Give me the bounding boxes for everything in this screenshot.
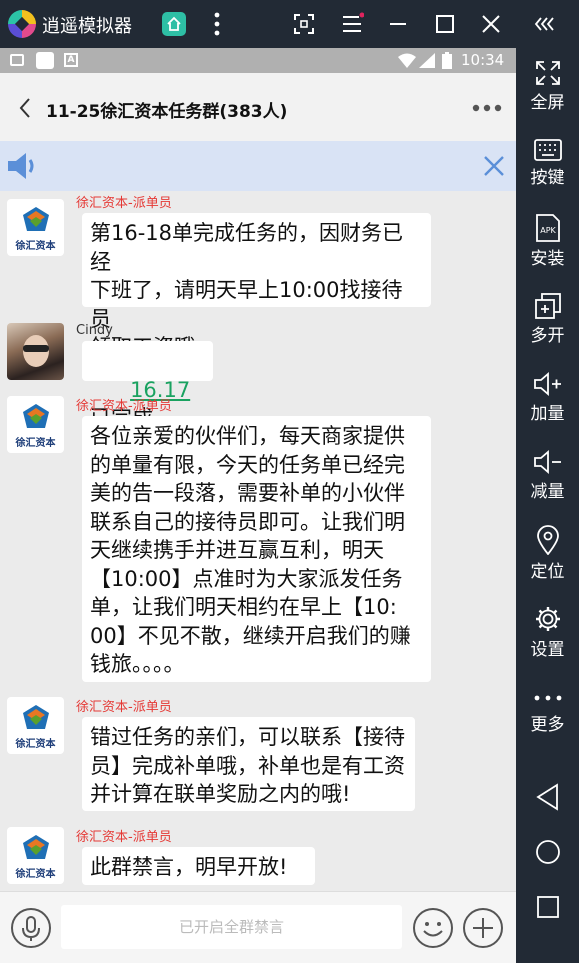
sender-name: Cindy bbox=[76, 323, 113, 338]
circle-home-icon bbox=[535, 840, 560, 864]
avatar[interactable]: 徐汇资本 bbox=[7, 697, 64, 754]
emulator-titlebar: 逍遥模拟器 bbox=[0, 0, 579, 48]
message-bubble[interactable]: 第16-18单完成任务的，因财务已经 下班了，请明天早上10:00找接待员 领取… bbox=[82, 213, 431, 359]
multi-instance-icon bbox=[534, 293, 561, 319]
collapse-sidebar-icon[interactable] bbox=[533, 12, 557, 36]
company-logo-icon bbox=[23, 404, 49, 428]
menu-icon[interactable] bbox=[340, 12, 365, 36]
sidebar-item-label: 设置 bbox=[530, 640, 565, 660]
battery-icon bbox=[442, 52, 452, 69]
message-bubble[interactable]: 各位亲爱的伙伴们，每天商家提供 的单量有限，今天的任务单已经完 美的告一段落，需… bbox=[82, 416, 431, 682]
sidebar-item-fullscreen[interactable]: 全屏 bbox=[516, 60, 579, 113]
message-bubble[interactable]: 错过任务的亲们，可以联系【接待 员】完成补单哦，补单也是有工资 并计算在联单奖励… bbox=[82, 717, 415, 811]
avatar[interactable]: 徐汇资本 bbox=[7, 199, 64, 256]
sidebar-item-label: 加量 bbox=[530, 404, 565, 424]
sender-name: 徐汇资本-派单员 bbox=[76, 399, 172, 414]
avatar-label: 徐汇资本 bbox=[15, 869, 56, 880]
signal-icon bbox=[419, 53, 435, 68]
sidebar-item-volume-up[interactable]: 加量 bbox=[516, 371, 579, 424]
more-options-icon[interactable] bbox=[472, 104, 502, 112]
screenshot-icon[interactable] bbox=[292, 12, 316, 36]
avatar[interactable]: 徐汇资本 bbox=[7, 396, 64, 453]
sender-name: 徐汇资本-派单员 bbox=[76, 196, 172, 211]
app-notification-icon bbox=[36, 52, 54, 69]
sidebar-item-keyboard[interactable]: 按键 bbox=[516, 139, 579, 188]
sidebar-item-label: 安装 bbox=[530, 249, 565, 269]
sidebar-item-volume-down[interactable]: 减量 bbox=[516, 449, 579, 502]
avatar-label: 徐汇资本 bbox=[15, 241, 56, 252]
back-icon[interactable] bbox=[18, 97, 32, 119]
app-logo-icon bbox=[8, 10, 36, 38]
sidebar-item-install[interactable]: APK 安装 bbox=[516, 214, 579, 269]
more-icon bbox=[534, 695, 561, 701]
sidebar-item-settings[interactable]: 设置 bbox=[516, 605, 579, 660]
minimize-icon[interactable] bbox=[386, 12, 410, 36]
font-notification-icon: A bbox=[64, 53, 78, 67]
emoji-icon bbox=[413, 908, 453, 948]
app-name: 逍遥模拟器 bbox=[42, 16, 132, 37]
plus-icon bbox=[463, 908, 503, 948]
voice-button[interactable] bbox=[10, 907, 52, 949]
sidebar-item-multi[interactable]: 多开 bbox=[516, 293, 579, 346]
volume-down-icon bbox=[533, 450, 561, 474]
avatar[interactable]: 徐汇资本 bbox=[7, 827, 64, 884]
avatar[interactable] bbox=[7, 323, 64, 380]
close-icon[interactable] bbox=[479, 12, 503, 36]
fullscreen-icon bbox=[535, 61, 560, 85]
image-notification-icon bbox=[10, 54, 24, 66]
sidebar-item-label: 定位 bbox=[530, 562, 565, 582]
android-screen: A 10:34 11-25徐汇资本任务群(383人) 徐汇资本 徐汇资本-派单员… bbox=[0, 48, 516, 963]
sidebar-item-label: 更多 bbox=[530, 715, 565, 735]
message-bubble[interactable]: 此群禁言，明早开放! bbox=[82, 847, 315, 885]
avatar-label: 徐汇资本 bbox=[15, 438, 56, 449]
sender-name: 徐汇资本-派单员 bbox=[76, 700, 172, 715]
emoji-button[interactable] bbox=[412, 907, 454, 949]
sidebar-item-more[interactable]: 更多 bbox=[516, 688, 579, 735]
emulator-sidebar: 全屏 按键 APK 安装 多开 加量 减量 定位 设置 更多 bbox=[516, 48, 579, 963]
android-back-button[interactable] bbox=[516, 783, 579, 813]
sidebar-item-location[interactable]: 定位 bbox=[516, 525, 579, 582]
android-recents-button[interactable] bbox=[516, 895, 579, 921]
message-bubble[interactable]: 16.17已完成 bbox=[82, 341, 213, 430]
sidebar-item-label: 减量 bbox=[530, 482, 565, 502]
close-banner-icon[interactable] bbox=[483, 155, 505, 177]
sidebar-item-label: 全屏 bbox=[530, 93, 565, 113]
speaker-icon bbox=[8, 153, 34, 179]
apk-icon: APK bbox=[535, 214, 560, 242]
kebab-menu-icon[interactable] bbox=[205, 12, 229, 36]
sidebar-item-label: 多开 bbox=[530, 326, 565, 346]
announcement-banner[interactable] bbox=[0, 141, 516, 191]
page-title: 11-25徐汇资本任务群(383人) bbox=[46, 102, 288, 122]
maximize-icon[interactable] bbox=[433, 12, 457, 36]
keyboard-icon bbox=[533, 139, 562, 161]
chat-input-bar: 已开启全群禁言 bbox=[0, 891, 516, 963]
message-input[interactable]: 已开启全群禁言 bbox=[61, 905, 402, 949]
attach-button[interactable] bbox=[462, 907, 504, 949]
volume-up-icon bbox=[533, 372, 561, 396]
company-logo-icon bbox=[23, 835, 49, 859]
clock: 10:34 bbox=[461, 51, 505, 69]
avatar-label: 徐汇资本 bbox=[15, 739, 56, 750]
status-bar: A 10:34 bbox=[0, 48, 516, 73]
sunglasses-icon bbox=[23, 345, 49, 352]
sender-name: 徐汇资本-派单员 bbox=[76, 830, 172, 845]
home-icon[interactable] bbox=[162, 12, 186, 36]
android-home-button[interactable] bbox=[516, 839, 579, 867]
microphone-icon bbox=[11, 908, 51, 948]
company-logo-icon bbox=[23, 705, 49, 729]
square-recents-icon bbox=[536, 896, 559, 918]
svg-text:APK: APK bbox=[540, 226, 556, 235]
wifi-icon bbox=[398, 53, 416, 68]
sidebar-item-label: 按键 bbox=[530, 168, 565, 188]
triangle-back-icon bbox=[535, 783, 558, 811]
chat-header: 11-25徐汇资本任务群(383人) bbox=[0, 73, 516, 141]
gear-icon bbox=[535, 607, 560, 631]
location-icon bbox=[536, 525, 559, 555]
company-logo-icon bbox=[23, 207, 49, 231]
